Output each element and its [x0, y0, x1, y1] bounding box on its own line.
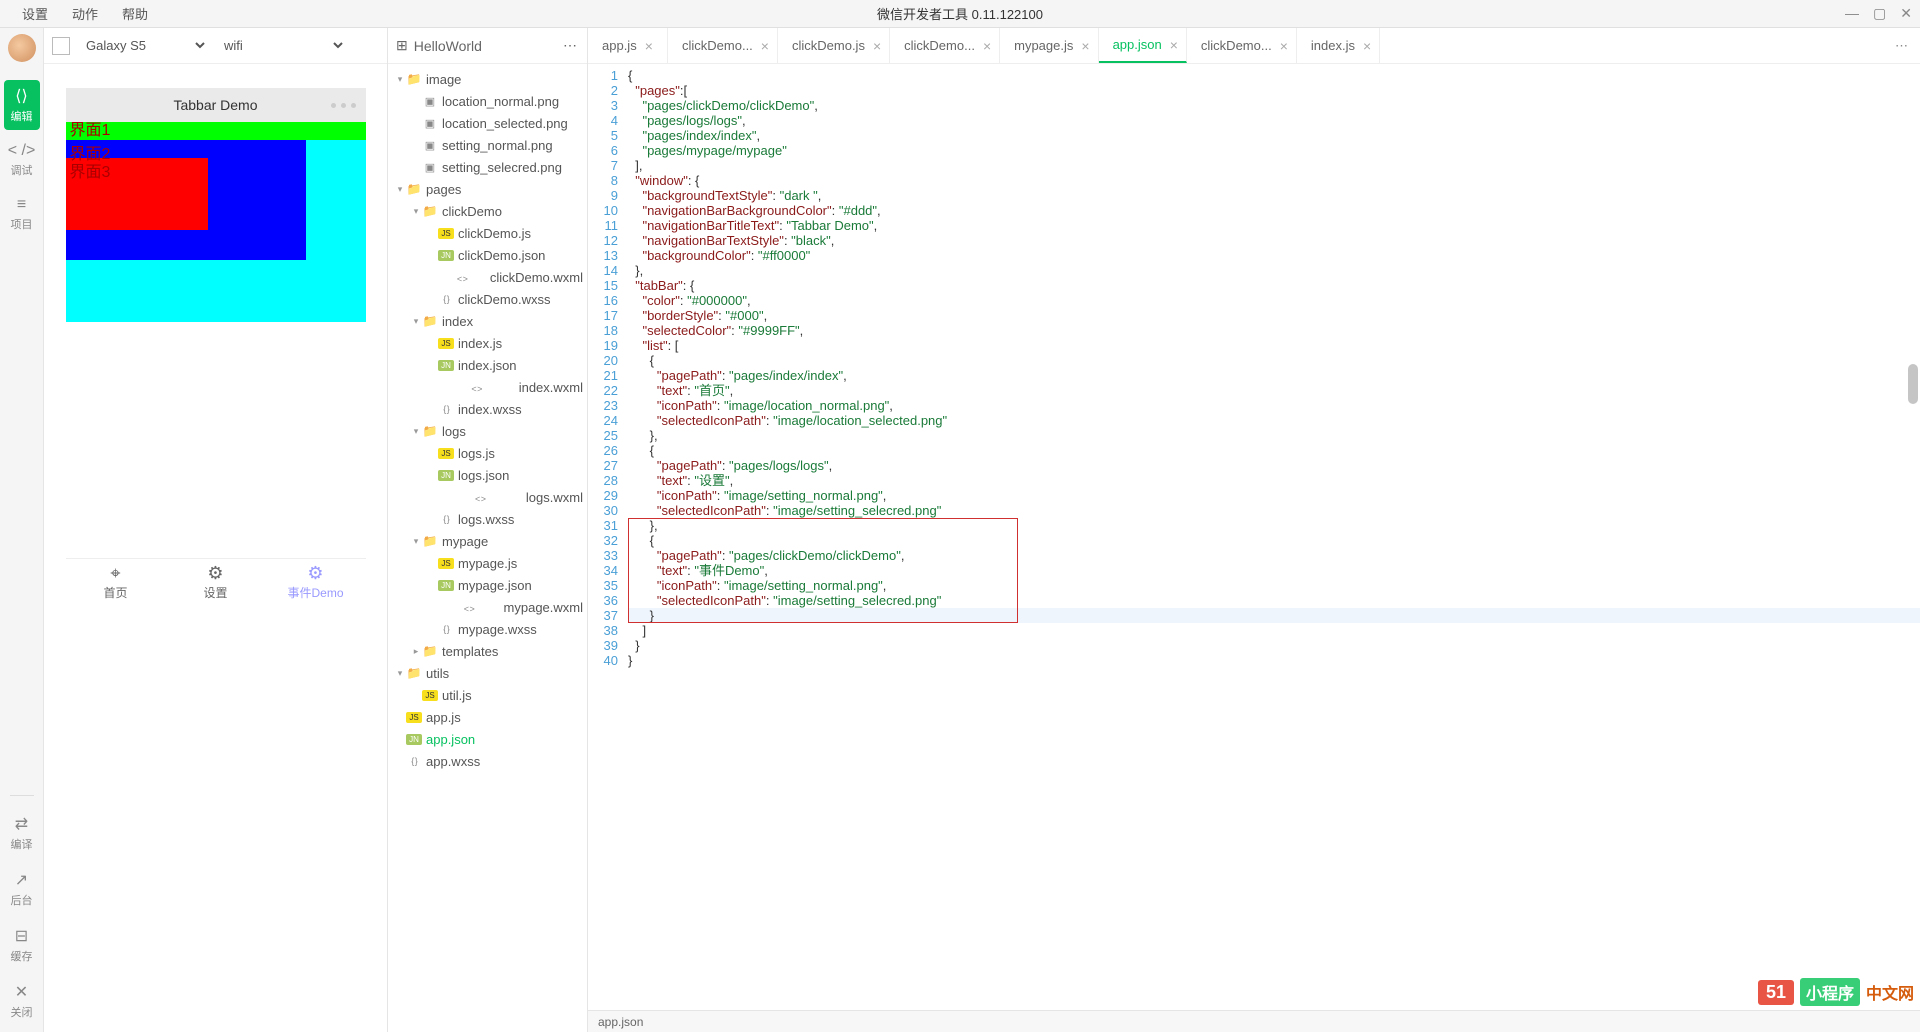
simulator-toolbar: Galaxy S5 wifi	[44, 28, 387, 64]
layer-2: 界面2 界面3	[66, 140, 306, 260]
file-node[interactable]: ▾clickDemo	[388, 200, 587, 222]
file-node[interactable]: ▣location_normal.png	[388, 90, 587, 112]
file-node[interactable]: JNclickDemo.json	[388, 244, 587, 266]
close-tab-icon[interactable]: ×	[1170, 37, 1178, 53]
editor-tab[interactable]: app.json×	[1099, 28, 1187, 63]
file-node[interactable]: JNapp.json	[388, 728, 587, 750]
file-node[interactable]: JSclickDemo.js	[388, 222, 587, 244]
file-node[interactable]: JNmypage.json	[388, 574, 587, 596]
layer-3: 界面3	[66, 158, 208, 230]
file-node[interactable]: ▣setting_selecred.png	[388, 156, 587, 178]
file-node[interactable]: clickDemo.wxss	[388, 288, 587, 310]
editor-tab[interactable]: mypage.js×	[1000, 28, 1098, 63]
menu-settings[interactable]: 设置	[10, 4, 60, 23]
file-node[interactable]: ▾pages	[388, 178, 587, 200]
file-node[interactable]: ▾mypage	[388, 530, 587, 552]
file-node[interactable]: ▾image	[388, 68, 587, 90]
rail-调试[interactable]: < />调试	[4, 136, 40, 184]
file-node[interactable]: ▾index	[388, 310, 587, 332]
watermark: 51 小程序 中文网	[1758, 978, 1914, 1006]
file-node[interactable]: JSindex.js	[388, 332, 587, 354]
editor-tab[interactable]: clickDemo.js×	[778, 28, 890, 63]
device-nav-header: Tabbar Demo	[66, 88, 366, 122]
file-node[interactable]: ▸templates	[388, 640, 587, 662]
file-node[interactable]: ▣setting_normal.png	[388, 134, 587, 156]
file-node[interactable]: clickDemo.wxml	[388, 266, 587, 288]
window-title: 微信开发者工具 0.11.122100	[877, 4, 1043, 23]
close-tab-icon[interactable]: ×	[1363, 38, 1371, 54]
close-tab-icon[interactable]: ×	[873, 38, 881, 54]
rail-编译[interactable]: ⇄编译	[4, 808, 40, 858]
file-node[interactable]: ▾logs	[388, 420, 587, 442]
explorer-toggle-icon[interactable]: ⊞	[396, 37, 408, 54]
status-file: app.json	[598, 1015, 643, 1029]
file-node[interactable]: index.wxss	[388, 398, 587, 420]
device-select[interactable]: Galaxy S5	[78, 35, 208, 56]
file-node[interactable]: JNlogs.json	[388, 464, 587, 486]
file-node[interactable]: app.wxss	[388, 750, 587, 772]
tabbar-item[interactable]: ⌖首页	[66, 559, 166, 606]
close-tab-icon[interactable]: ×	[1081, 38, 1089, 54]
file-node[interactable]: JSmypage.js	[388, 552, 587, 574]
explorer-more-icon[interactable]: ⋯	[563, 37, 579, 54]
line-gutter: 1234567891011121314151617181920212223242…	[588, 64, 628, 1010]
maximize-icon[interactable]: ▢	[1873, 5, 1886, 22]
file-node[interactable]: logs.wxss	[388, 508, 587, 530]
close-tab-icon[interactable]: ×	[645, 38, 653, 54]
device-frame: Tabbar Demo 界面1 界面2 界面3 ⌖首页⚙设置⚙事件Demo	[66, 88, 366, 606]
close-window-icon[interactable]: ✕	[1900, 5, 1912, 22]
nav-title: Tabbar Demo	[173, 97, 257, 113]
rail-后台[interactable]: ↗后台	[4, 864, 40, 914]
rail-项目[interactable]: ≡项目	[4, 190, 40, 238]
file-explorer: ⊞ HelloWorld ⋯ ▾image▣location_normal.pn…	[388, 28, 588, 1032]
device-rotate-icon[interactable]	[52, 37, 70, 55]
close-tab-icon[interactable]: ×	[761, 38, 769, 54]
layer-1: 界面1	[66, 122, 366, 140]
file-node[interactable]: mypage.wxss	[388, 618, 587, 640]
tabbar-item[interactable]: ⚙设置	[166, 559, 266, 606]
statusbar: app.json	[588, 1010, 1920, 1032]
file-node[interactable]: JSlogs.js	[388, 442, 587, 464]
file-node[interactable]: ▾utils	[388, 662, 587, 684]
close-tab-icon[interactable]: ×	[983, 38, 991, 54]
capsule-menu-icon[interactable]	[331, 103, 356, 108]
menubar: 设置 动作 帮助 微信开发者工具 0.11.122100 — ▢ ✕	[0, 0, 1920, 28]
menu-action[interactable]: 动作	[60, 4, 110, 23]
network-select[interactable]: wifi	[216, 35, 346, 56]
rail-缓存[interactable]: ⊟缓存	[4, 920, 40, 970]
code-content[interactable]: { "pages":[ "pages/clickDemo/clickDemo",…	[628, 64, 1920, 1010]
editor-tab[interactable]: clickDemo...×	[1187, 28, 1297, 63]
file-node[interactable]: ▣location_selected.png	[388, 112, 587, 134]
file-node[interactable]: index.wxml	[388, 376, 587, 398]
file-node[interactable]: mypage.wxml	[388, 596, 587, 618]
editor-tab[interactable]: app.js×	[588, 28, 668, 63]
menu-help[interactable]: 帮助	[110, 4, 160, 23]
device-screen[interactable]: 界面1 界面2 界面3	[66, 122, 366, 322]
rail-关闭[interactable]: ✕关闭	[4, 976, 40, 1026]
editor-tab[interactable]: index.js×	[1297, 28, 1380, 63]
code-area[interactable]: 1234567891011121314151617181920212223242…	[588, 64, 1920, 1010]
close-tab-icon[interactable]: ×	[1280, 38, 1288, 54]
minimize-icon[interactable]: —	[1845, 5, 1859, 22]
scrollbar-thumb[interactable]	[1908, 364, 1918, 404]
project-name: HelloWorld	[414, 38, 482, 54]
file-node[interactable]: JNindex.json	[388, 354, 587, 376]
rail-编辑[interactable]: ⟨⟩编辑	[4, 80, 40, 130]
editor-tab[interactable]: clickDemo...×	[890, 28, 1000, 63]
avatar[interactable]	[8, 34, 36, 62]
file-node[interactable]: JSutil.js	[388, 684, 587, 706]
left-rail: ⟨⟩编辑 < />调试 ≡项目 ⇄编译 ↗后台 ⊟缓存 ✕关闭	[0, 28, 44, 1032]
simulator-panel: Galaxy S5 wifi Tabbar Demo 界面1 界面2 界面3	[44, 28, 388, 1032]
device-tabbar: ⌖首页⚙设置⚙事件Demo	[66, 558, 366, 606]
file-node[interactable]: logs.wxml	[388, 486, 587, 508]
editor-tab[interactable]: clickDemo...×	[668, 28, 778, 63]
editor-tabs: app.js×clickDemo...×clickDemo.js×clickDe…	[588, 28, 1920, 64]
tabs-more-icon[interactable]: ⋯	[1885, 28, 1920, 63]
file-node[interactable]: JSapp.js	[388, 706, 587, 728]
editor-area: app.js×clickDemo...×clickDemo.js×clickDe…	[588, 28, 1920, 1032]
tabbar-item[interactable]: ⚙事件Demo	[266, 559, 366, 606]
